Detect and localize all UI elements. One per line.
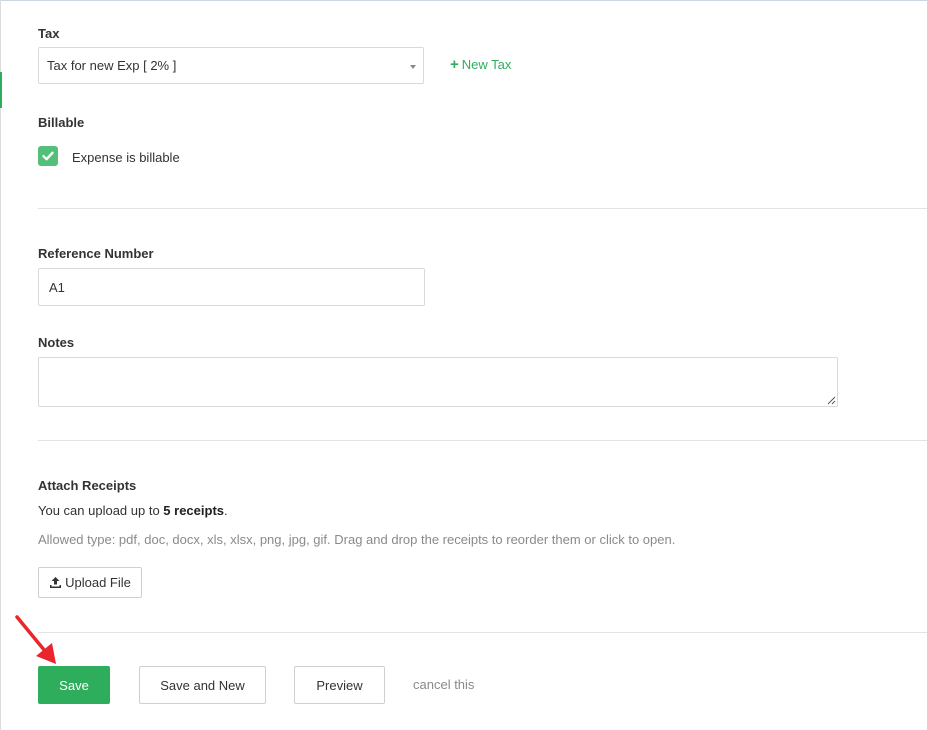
upload-file-button[interactable]: Upload File [38, 567, 142, 598]
billable-checkbox[interactable] [38, 146, 58, 166]
billable-label: Billable [38, 115, 85, 130]
cancel-link[interactable]: cancel this [413, 677, 474, 692]
upload-icon [50, 577, 62, 588]
upload-count: 5 receipts [163, 503, 224, 518]
tax-label: Tax [38, 26, 60, 41]
notes-textarea[interactable] [38, 357, 838, 407]
check-icon [42, 151, 54, 161]
reference-number-label: Reference Number [38, 246, 154, 261]
new-tax-link[interactable]: + New Tax [450, 57, 511, 72]
notes-label: Notes [38, 335, 75, 350]
tax-select[interactable]: Tax for new Exp [ 2% ] [38, 47, 424, 84]
left-border [0, 0, 1, 730]
divider [38, 440, 927, 441]
upload-limit-text: You can upload up to 5 receipts. [38, 503, 228, 518]
preview-button[interactable]: Preview [294, 666, 385, 704]
chevron-down-icon [410, 65, 416, 69]
plus-icon: + [450, 56, 459, 73]
resize-handle-icon[interactable] [826, 395, 836, 405]
top-border [0, 0, 927, 1]
new-tax-label: New Tax [461, 57, 512, 72]
red-arrow-icon [15, 615, 56, 664]
save-and-new-button[interactable]: Save and New [139, 666, 266, 704]
allowed-types-text: Allowed type: pdf, doc, docx, xls, xlsx,… [38, 532, 676, 547]
active-section-indicator [0, 72, 2, 108]
upload-file-label: Upload File [65, 575, 131, 590]
save-button[interactable]: Save [38, 666, 110, 704]
divider [38, 208, 927, 209]
divider [38, 632, 927, 633]
attach-receipts-label: Attach Receipts [38, 478, 137, 493]
reference-number-input[interactable] [38, 268, 425, 306]
billable-checkbox-label[interactable]: Expense is billable [72, 150, 180, 165]
tax-select-value: Tax for new Exp [ 2% ] [47, 58, 177, 73]
